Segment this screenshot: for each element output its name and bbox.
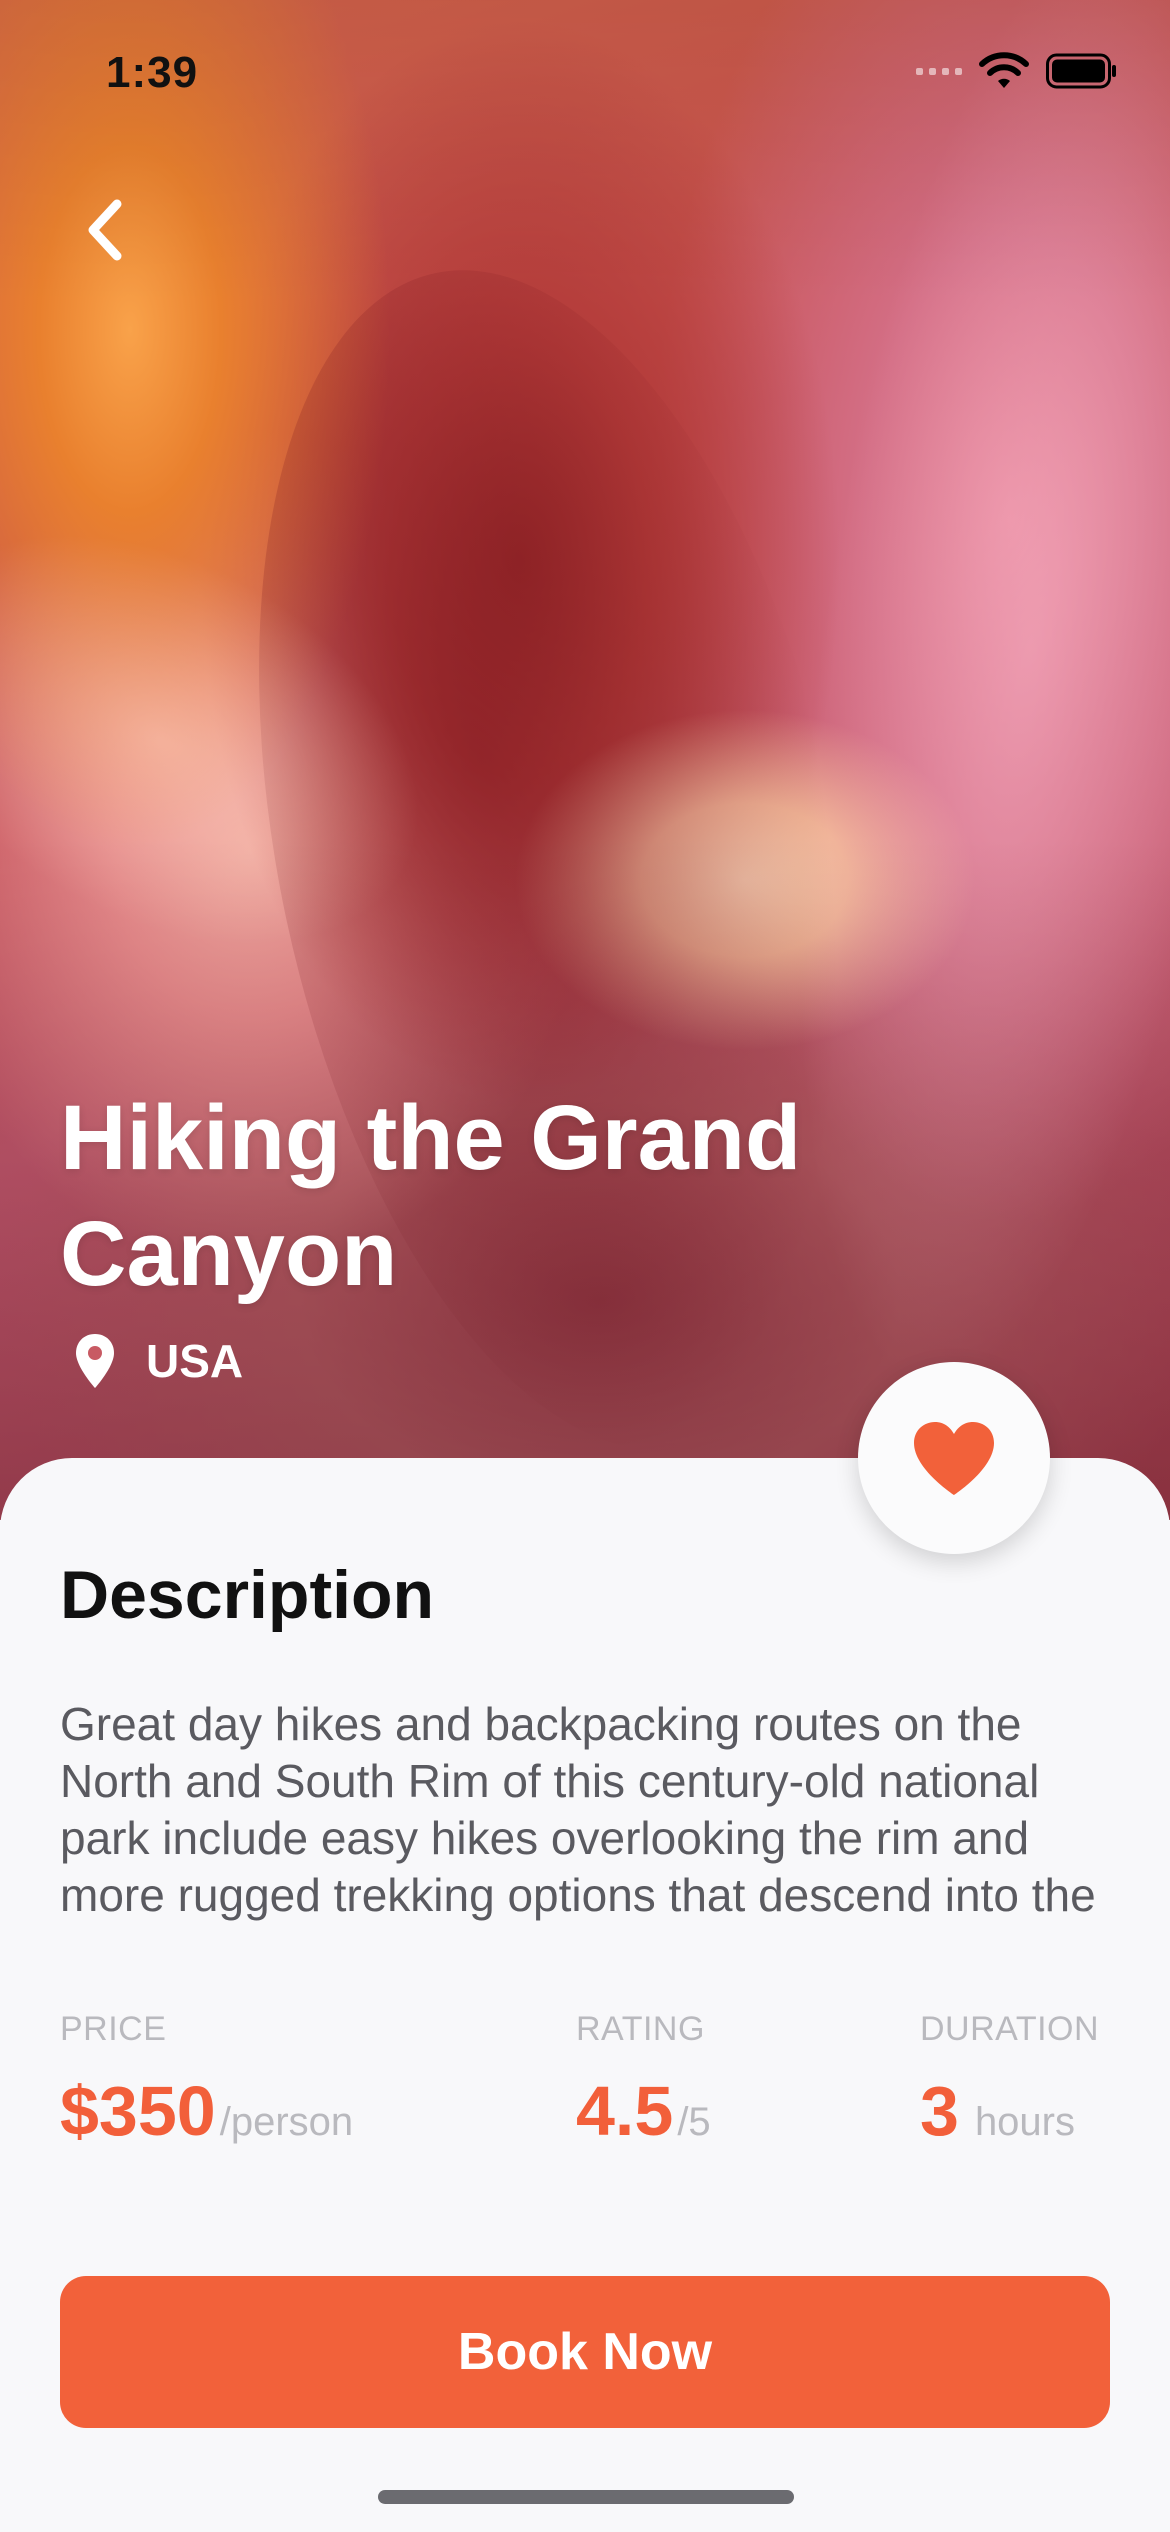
rating-value: 4.5 [576, 2072, 674, 2150]
rating-label: RATING [576, 2010, 705, 2048]
location-row: USA [74, 1332, 243, 1390]
price-stat: PRICE $350 /person [60, 2010, 353, 2151]
battery-icon [1046, 53, 1116, 89]
book-now-button[interactable]: Book Now [60, 2276, 1110, 2428]
duration-value: 3 [920, 2072, 959, 2150]
wifi-icon [979, 52, 1029, 88]
back-button[interactable] [70, 190, 140, 270]
rating-stat: RATING 4.5 /5 [576, 2010, 711, 2151]
favorite-button[interactable] [858, 1362, 1050, 1554]
chevron-left-icon [88, 199, 122, 261]
home-indicator [378, 2490, 794, 2504]
price-label: PRICE [60, 2010, 167, 2048]
price-value: $350 [60, 2072, 216, 2150]
status-time: 1:39 [106, 48, 199, 97]
location-label: USA [146, 1335, 244, 1387]
duration-unit: hours [974, 2100, 1075, 2144]
description-text: Great day hikes and backpacking routes o… [60, 1698, 1096, 1928]
duration-stat: DURATION 3 hours [920, 2010, 1099, 2151]
duration-label: DURATION [920, 2010, 1100, 2048]
price-unit: /person [219, 2100, 354, 2144]
description-heading: Description [60, 1557, 435, 1633]
heart-icon [914, 1422, 994, 1495]
rating-unit: /5 [677, 2100, 711, 2144]
trip-title: Hiking the Grand Canyon [60, 1087, 802, 1305]
map-pin-icon [76, 1334, 114, 1388]
status-icons [916, 52, 1118, 90]
signal-icon [916, 67, 962, 75]
